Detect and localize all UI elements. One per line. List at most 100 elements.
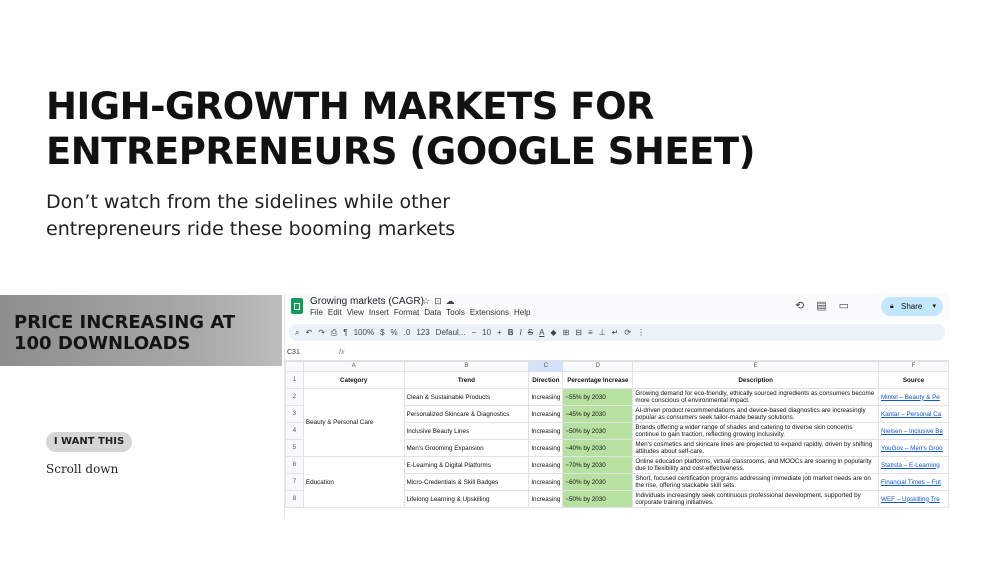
italic-icon[interactable]: I [520, 328, 522, 337]
rotate-icon[interactable]: ⟳ [624, 328, 631, 337]
menu-data[interactable]: Data [424, 308, 441, 317]
menu-help[interactable]: Help [514, 308, 530, 317]
header-percentage[interactable]: Percentage Increase [562, 371, 634, 389]
paint-format-icon[interactable]: ¶ [343, 328, 347, 337]
description-cell[interactable]: Individuals increasingly seek continuous… [632, 490, 879, 508]
percentage-cell[interactable]: ~50% by 2030 [562, 490, 634, 508]
print-icon[interactable]: ⎙ [331, 328, 337, 337]
category-cell[interactable]: Beauty & Personal Care [302, 388, 405, 457]
currency-icon[interactable]: $ [380, 328, 384, 337]
header-description[interactable]: Description [632, 371, 879, 389]
direction-cell[interactable]: Increasing [528, 388, 564, 406]
corner-cell[interactable] [285, 361, 304, 372]
direction-cell[interactable]: Increasing [528, 473, 564, 491]
menu-file[interactable]: File [310, 308, 323, 317]
percentage-cell[interactable]: ~70% by 2030 [562, 456, 634, 474]
fill-color-icon[interactable]: ◆ [550, 328, 556, 337]
column-header-c[interactable]: C [528, 361, 564, 372]
undo-icon[interactable]: ↶ [305, 328, 312, 337]
menu-tools[interactable]: Tools [446, 308, 465, 317]
trend-cell[interactable]: E-Learning & Digital Platforms [403, 456, 530, 474]
source-link[interactable]: Financial Times – Fut [878, 473, 949, 491]
folder-icon[interactable]: ⊡ [434, 296, 446, 306]
header-category[interactable]: Category [302, 371, 405, 389]
cloud-icon[interactable]: ☁ [446, 296, 459, 306]
row-header[interactable]: 2 [285, 388, 304, 406]
description-cell[interactable]: Growing demand for eco-friendly, ethical… [632, 388, 879, 406]
header-trend[interactable]: Trend [403, 371, 530, 389]
source-link[interactable]: Mintel – Beauty & Pe [878, 388, 949, 406]
borders-icon[interactable]: ⊞ [563, 328, 570, 337]
percentage-cell[interactable]: ~60% by 2030 [562, 473, 634, 491]
menu-insert[interactable]: Insert [369, 308, 389, 317]
column-header-a[interactable]: A [302, 361, 405, 372]
menu-extensions[interactable]: Extensions [470, 308, 509, 317]
percentage-cell[interactable]: ~45% by 2030 [562, 405, 634, 423]
direction-cell[interactable]: Increasing [528, 439, 564, 457]
font-select[interactable]: Defaul... [436, 328, 466, 337]
font-size-input[interactable]: 10 [482, 328, 491, 337]
percentage-cell[interactable]: ~40% by 2030 [562, 439, 634, 457]
i-want-this-button[interactable]: I WANT THIS [46, 432, 132, 452]
column-header-e[interactable]: E [632, 361, 879, 372]
source-link[interactable]: Statista – E-Learning [878, 456, 949, 474]
comment-icon[interactable]: ▤ [816, 300, 826, 312]
document-title[interactable]: Growing markets (CAGR) [310, 296, 424, 307]
meet-icon[interactable]: ▭ [839, 300, 849, 312]
history-icon[interactable]: ⟲ [795, 300, 804, 312]
column-header-b[interactable]: B [403, 361, 530, 372]
wrap-icon[interactable]: ↵ [612, 328, 619, 337]
column-header-d[interactable]: D [562, 361, 634, 372]
text-color-icon[interactable]: A [539, 328, 544, 337]
category-cell[interactable]: Education [302, 456, 405, 508]
menu-view[interactable]: View [347, 308, 364, 317]
bold-icon[interactable]: B [508, 328, 514, 337]
row-header[interactable]: 4 [285, 422, 304, 440]
chevron-down-icon[interactable]: ▾ [932, 297, 936, 316]
font-size-minus-icon[interactable]: − [471, 328, 476, 337]
trend-cell[interactable]: Lifelong Learning & Upskilling [403, 490, 530, 508]
source-link[interactable]: YouGov – Men's Groo [878, 439, 949, 457]
valign-icon[interactable]: ⊥ [599, 328, 606, 337]
row-header[interactable]: 6 [285, 456, 304, 474]
trend-cell[interactable]: Clean & Sustainable Products [403, 388, 530, 406]
trend-cell[interactable]: Micro-Credentials & Skill Badges [403, 473, 530, 491]
header-source[interactable]: Source [878, 371, 949, 389]
sheets-logo-icon[interactable] [291, 298, 303, 314]
redo-icon[interactable]: ↷ [318, 328, 325, 337]
column-header-f[interactable]: F [878, 361, 949, 372]
source-link[interactable]: WEF – Upskilling Tre [878, 490, 949, 508]
menu-edit[interactable]: Edit [328, 308, 342, 317]
row-header[interactable]: 7 [285, 473, 304, 491]
trend-cell[interactable]: Personalized Skincare & Diagnostics [403, 405, 530, 423]
row-header[interactable]: 8 [285, 490, 304, 508]
source-link[interactable]: Nielsen – Inclusive Be [878, 422, 949, 440]
direction-cell[interactable]: Increasing [528, 490, 564, 508]
direction-cell[interactable]: Increasing [528, 456, 564, 474]
description-cell[interactable]: Men's cosmetics and skincare lines are p… [632, 439, 879, 457]
description-cell[interactable]: Online education platforms, virtual clas… [632, 456, 879, 474]
percentage-cell[interactable]: ~50% by 2030 [562, 422, 634, 440]
merge-icon[interactable]: ⊟ [575, 328, 582, 337]
row-header[interactable]: 5 [285, 439, 304, 457]
source-link[interactable]: Kantar – Personal Ca [878, 405, 949, 423]
direction-cell[interactable]: Increasing [528, 422, 564, 440]
more-icon[interactable]: ⋮ [637, 328, 645, 337]
percent-icon[interactable]: % [391, 328, 398, 337]
description-cell[interactable]: AI-driven product recommendations and de… [632, 405, 879, 423]
header-direction[interactable]: Direction [528, 371, 564, 389]
decimal-icon[interactable]: .0 [404, 328, 411, 337]
trend-cell[interactable]: Men's Grooming Expansion [403, 439, 530, 457]
description-cell[interactable]: Brands offering a wider range of shades … [632, 422, 879, 440]
zoom-select[interactable]: 100% [354, 328, 374, 337]
row-header[interactable]: 3 [285, 405, 304, 423]
share-button[interactable]: 🔒︎ Share ▾ [881, 297, 943, 316]
font-size-plus-icon[interactable]: + [497, 328, 502, 337]
trend-cell[interactable]: Inclusive Beauty Lines [403, 422, 530, 440]
row-header[interactable]: 1 [285, 371, 304, 389]
star-icon[interactable]: ☆ [422, 296, 434, 306]
align-icon[interactable]: ≡ [588, 328, 593, 337]
name-box[interactable]: C31 [287, 346, 300, 360]
percentage-cell[interactable]: ~55% by 2030 [562, 388, 634, 406]
menu-format[interactable]: Format [394, 308, 419, 317]
